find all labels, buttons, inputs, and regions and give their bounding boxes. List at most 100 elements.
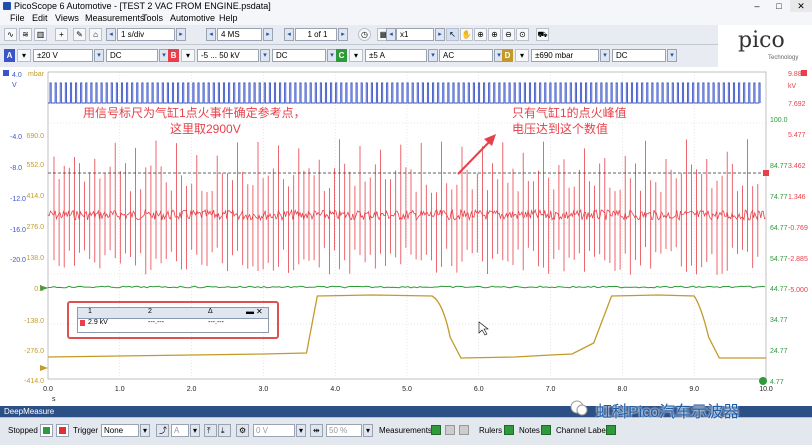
zoom-in-icon[interactable]: +: [55, 28, 68, 41]
channel-b-coupling[interactable]: DC: [272, 49, 326, 62]
channel-c-probe-icon[interactable]: ▾: [349, 49, 363, 62]
hand-tool-icon[interactable]: ✋: [460, 28, 473, 41]
waveform-display[interactable]: mbar 690.0 552.0 414.0 276.0 138.0 0.0 -138.0 -2…: [0, 67, 812, 406]
menu-tools[interactable]: Tools: [142, 13, 163, 23]
zoom-select[interactable]: x1: [396, 28, 434, 41]
trigger-advanced-icon[interactable]: ⚙: [236, 424, 249, 437]
trigger-falling-icon[interactable]: ⤓: [218, 424, 231, 437]
y-tick-label-right-green: 54.77: [770, 256, 788, 263]
menu-automotive[interactable]: Automotive: [170, 13, 215, 23]
timebase-select[interactable]: 1 s/div: [117, 28, 175, 41]
home-icon[interactable]: ⌂: [89, 28, 102, 41]
menu-help[interactable]: Help: [219, 13, 238, 23]
zoom-prev-button[interactable]: ◂: [386, 28, 396, 41]
channel-c-zero-marker[interactable]: [759, 377, 767, 385]
y-tick-label-right-kv: 5.477: [788, 132, 806, 139]
timebase-prev-button[interactable]: ◂: [106, 28, 116, 41]
minimize-button[interactable]: –: [746, 0, 768, 12]
logo-tagline: Technology: [768, 55, 799, 61]
rulers-icon[interactable]: [504, 425, 514, 435]
probe-icon[interactable]: ✎: [73, 28, 86, 41]
persistence-mode-icon[interactable]: ≋: [19, 28, 32, 41]
select-cursor-icon[interactable]: ↖: [446, 28, 459, 41]
channel-a-badge[interactable]: A: [4, 49, 15, 62]
channel-a-range[interactable]: ±20 V: [33, 49, 93, 62]
channel-d-offset-marker[interactable]: [40, 365, 48, 371]
scope-view[interactable]: mbar 690.0 552.0 414.0 276.0 138.0 0.0 -138.0 -2…: [0, 67, 812, 406]
channel-d-coupling[interactable]: DC: [612, 49, 666, 62]
vehicle-icon[interactable]: ⛟: [536, 28, 549, 41]
channel-b-range[interactable]: -5 ... 50 kV: [197, 49, 259, 62]
close-button[interactable]: ✕: [790, 0, 812, 12]
channel-b-badge[interactable]: B: [168, 49, 179, 62]
ruler-legend-close-button[interactable]: ✕: [256, 307, 263, 316]
y-tick-label-right-kv: 9.889: [788, 71, 806, 78]
scope-mode-icon[interactable]: ∿: [4, 28, 17, 41]
y-tick-label-right-kv: -0.769: [788, 225, 808, 232]
picoscope-app-icon: [3, 2, 11, 10]
pretrigger-dropdown[interactable]: ▾: [363, 424, 373, 437]
channel-d-badge[interactable]: D: [502, 49, 513, 62]
channel-c-range-dropdown[interactable]: ▾: [428, 49, 438, 62]
menu-measurements[interactable]: Measurements: [85, 13, 145, 23]
channel-c-range[interactable]: ±5 A: [365, 49, 427, 62]
channel-b-range-dropdown[interactable]: ▾: [260, 49, 270, 62]
channel-b-probe-icon[interactable]: ▾: [181, 49, 195, 62]
stop-icon: [59, 427, 66, 434]
x-tick-label: 5.0: [402, 386, 412, 393]
add-measurement-icon[interactable]: [431, 425, 441, 435]
zoom-next-button[interactable]: ▸: [435, 28, 445, 41]
channel-c-coupling[interactable]: AC: [439, 49, 493, 62]
wechat-icon: [570, 400, 588, 416]
pretrigger-percent-field[interactable]: 50 %: [326, 424, 362, 437]
y-tick-label-right-kv: 3.462: [788, 163, 806, 170]
channel-labels-icon[interactable]: [606, 425, 616, 435]
ruler-legend-minimize-button[interactable]: ▬: [246, 307, 254, 316]
y-tick-label-volts: -12.0: [10, 196, 26, 203]
y-tick-label-mbar: 414.0: [26, 193, 44, 200]
menu-views[interactable]: Views: [55, 13, 79, 23]
buffer-next-button[interactable]: ▸: [338, 28, 348, 41]
samples-prev-button[interactable]: ◂: [206, 28, 216, 41]
trigger-mode-select[interactable]: None: [101, 424, 139, 437]
x-tick-label: 8.0: [618, 386, 628, 393]
channel-d-range-dropdown[interactable]: ▾: [600, 49, 610, 62]
delete-measurement-icon[interactable]: [459, 425, 469, 435]
stopwatch-icon[interactable]: ◷: [358, 28, 371, 41]
edit-measurement-icon[interactable]: [445, 425, 455, 435]
channel-a-range-dropdown[interactable]: ▾: [94, 49, 104, 62]
notes-icon[interactable]: [541, 425, 551, 435]
channel-d-coupling-dropdown[interactable]: ▾: [667, 49, 677, 62]
channel-d-probe-icon[interactable]: ▾: [515, 49, 529, 62]
timebase-next-button[interactable]: ▸: [176, 28, 186, 41]
signal-ruler-handle[interactable]: [763, 170, 769, 176]
samples-next-button[interactable]: ▸: [263, 28, 273, 41]
samples-select[interactable]: 4 MS: [217, 28, 262, 41]
magnify-plus-icon[interactable]: ⊕: [488, 28, 501, 41]
channel-a-probe-icon[interactable]: ▾: [17, 49, 31, 62]
trigger-mode-dropdown[interactable]: ▾: [140, 424, 150, 437]
ruler-legend-table[interactable]: 1 2 Δ ▬ ✕ 2.9 kV ---.--- ---.---: [77, 307, 269, 333]
spectrum-mode-icon[interactable]: ▥: [34, 28, 47, 41]
channel-a-coupling[interactable]: DC: [106, 49, 158, 62]
run-button[interactable]: [40, 424, 53, 437]
trigger-level-dropdown[interactable]: ▾: [296, 424, 306, 437]
stop-button[interactable]: [56, 424, 69, 437]
magnify-minus-icon[interactable]: ⊖: [502, 28, 515, 41]
trigger-channel-select[interactable]: A: [171, 424, 189, 437]
trigger-level-field[interactable]: 0 V: [253, 424, 295, 437]
trigger-channel-dropdown[interactable]: ▾: [190, 424, 200, 437]
channel-c-badge[interactable]: C: [336, 49, 347, 62]
menu-edit[interactable]: Edit: [32, 13, 48, 23]
channel-d-range[interactable]: ±690 mbar: [531, 49, 599, 62]
maximize-button[interactable]: □: [768, 0, 790, 12]
buffer-prev-button[interactable]: ◂: [284, 28, 294, 41]
zoom-area-icon[interactable]: ⊕: [474, 28, 487, 41]
pretrigger-icon[interactable]: ⇹: [310, 424, 323, 437]
buffer-navigator[interactable]: 1 of 1: [295, 28, 337, 41]
trigger-rising-icon[interactable]: ⤒: [204, 424, 217, 437]
channel-a-marker[interactable]: [3, 70, 9, 76]
menu-file[interactable]: File: [10, 13, 25, 23]
zoom-fit-icon[interactable]: ⊙: [516, 28, 529, 41]
trigger-direction-icon[interactable]: ⤴: [156, 424, 169, 437]
